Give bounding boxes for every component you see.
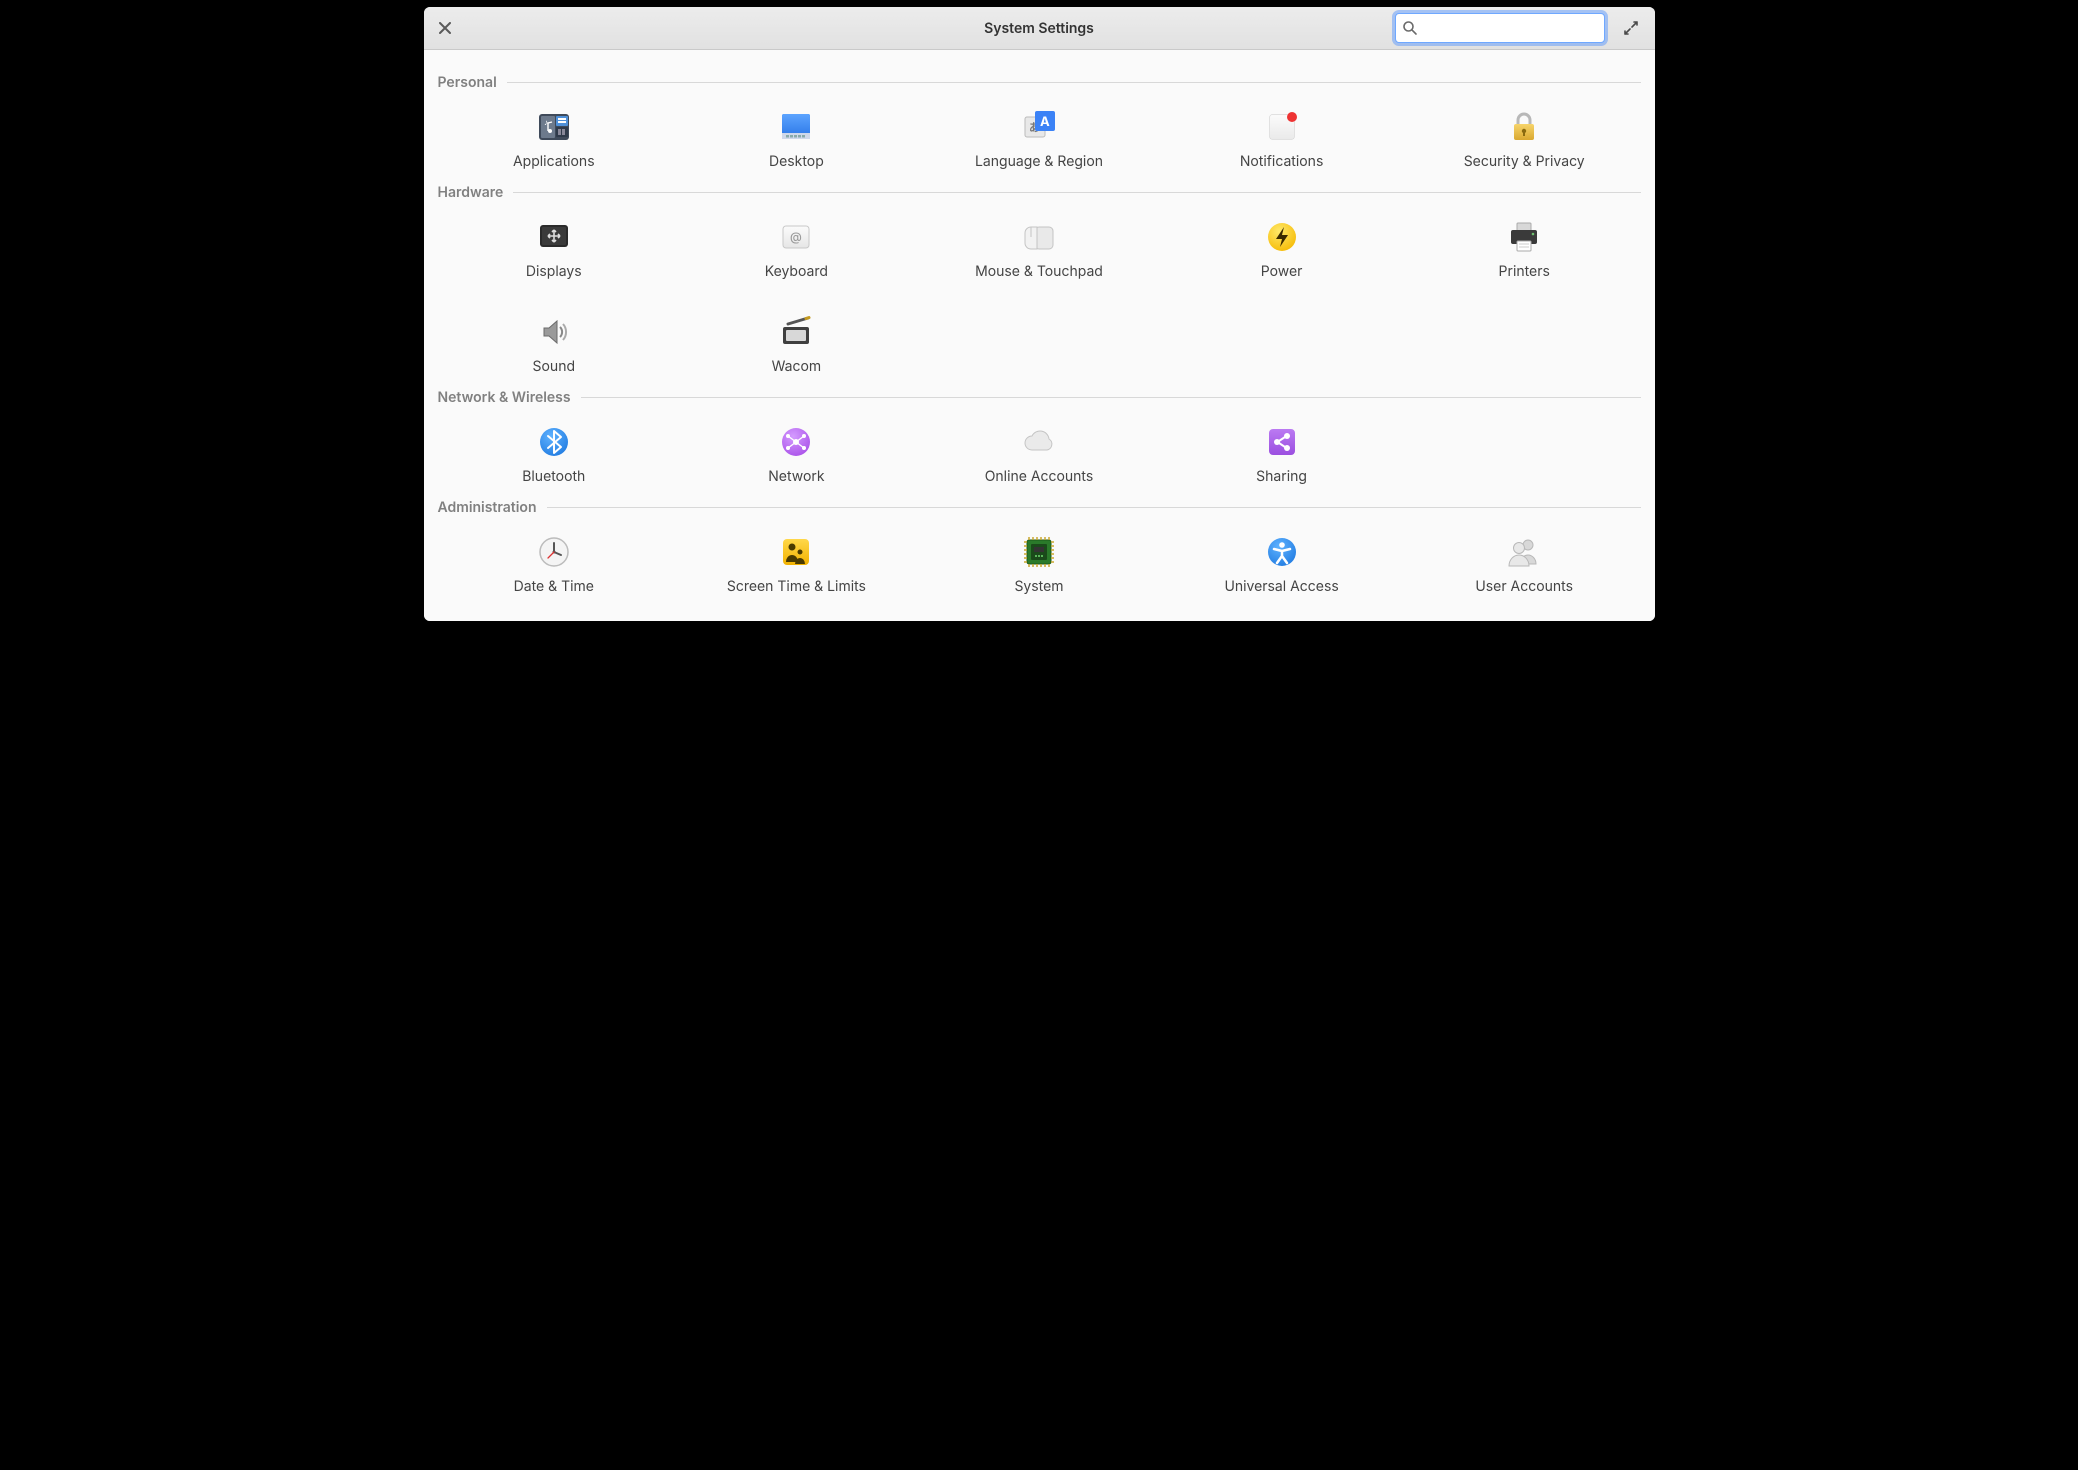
item-date-time[interactable]: Date & Time — [438, 534, 671, 595]
svg-text:A: A — [1040, 114, 1050, 130]
item-label: Universal Access — [1224, 578, 1338, 595]
section-title: Network & Wireless — [438, 389, 571, 406]
screen-time-icon — [778, 534, 814, 570]
divider — [513, 192, 1640, 193]
item-mouse-touchpad[interactable]: Mouse & Touchpad — [923, 219, 1156, 280]
section-title: Personal — [438, 74, 497, 91]
item-label: Security & Privacy — [1464, 153, 1585, 170]
wacom-icon — [778, 314, 814, 350]
sharing-icon — [1264, 424, 1300, 460]
item-label: Sharing — [1256, 468, 1307, 485]
item-desktop[interactable]: Desktop — [680, 109, 913, 170]
item-label: Applications — [513, 153, 595, 170]
search-icon — [1402, 20, 1418, 36]
expand-icon — [1624, 21, 1638, 35]
titlebar: System Settings — [424, 7, 1655, 50]
item-label: Power — [1261, 263, 1303, 280]
section-personal: Personal ♪ — [438, 74, 1641, 170]
section-network-wireless: Network & Wireless Bluetooth — [438, 389, 1641, 485]
item-sharing[interactable]: Sharing — [1165, 424, 1398, 485]
lock-icon — [1506, 109, 1542, 145]
item-label: Printers — [1499, 263, 1550, 280]
maximize-button[interactable] — [1613, 7, 1649, 49]
desktop-icon — [778, 109, 814, 145]
item-system[interactable]: System — [923, 534, 1156, 595]
clock-icon — [536, 534, 572, 570]
item-displays[interactable]: Displays — [438, 219, 671, 280]
displays-icon — [536, 219, 572, 255]
network-icon — [778, 424, 814, 460]
section-hardware: Hardware Displays — [438, 184, 1641, 375]
item-label: System — [1014, 578, 1063, 595]
item-label: Bluetooth — [522, 468, 585, 485]
item-power[interactable]: Power — [1165, 219, 1398, 280]
item-label: Sound — [533, 358, 576, 375]
divider — [507, 82, 1641, 83]
user-accounts-icon — [1506, 534, 1542, 570]
bluetooth-icon — [536, 424, 572, 460]
section-title: Hardware — [438, 184, 504, 201]
item-printers[interactable]: Printers — [1408, 219, 1641, 280]
content-area: Personal ♪ — [424, 50, 1655, 621]
universal-access-icon — [1264, 534, 1300, 570]
language-region-icon: あ A — [1021, 109, 1057, 145]
item-online-accounts[interactable]: Online Accounts — [923, 424, 1156, 485]
system-settings-window: System Settings Personal — [424, 7, 1655, 621]
item-label: Network — [768, 468, 824, 485]
item-user-accounts[interactable]: User Accounts — [1408, 534, 1641, 595]
cloud-icon — [1021, 424, 1057, 460]
section-title: Administration — [438, 499, 537, 516]
item-label: Displays — [526, 263, 582, 280]
printers-icon — [1506, 219, 1542, 255]
search-field[interactable] — [1395, 13, 1605, 43]
close-button[interactable] — [424, 7, 466, 49]
item-label: Screen Time & Limits — [727, 578, 866, 595]
power-icon — [1264, 219, 1300, 255]
item-notifications[interactable]: Notifications — [1165, 109, 1398, 170]
divider — [581, 397, 1641, 398]
item-keyboard[interactable]: @ Keyboard — [680, 219, 913, 280]
svg-text:@: @ — [790, 229, 802, 244]
item-universal-access[interactable]: Universal Access — [1165, 534, 1398, 595]
system-icon — [1021, 534, 1057, 570]
item-label: Date & Time — [514, 578, 594, 595]
notifications-icon — [1264, 109, 1300, 145]
search-input[interactable] — [1422, 20, 1598, 37]
item-label: Wacom — [772, 358, 822, 375]
item-applications[interactable]: ♪ Applications — [438, 109, 671, 170]
applications-icon: ♪ — [536, 109, 572, 145]
item-wacom[interactable]: Wacom — [680, 314, 913, 375]
item-label: Keyboard — [765, 263, 828, 280]
item-label: User Accounts — [1475, 578, 1573, 595]
item-sound[interactable]: Sound — [438, 314, 671, 375]
item-screen-time[interactable]: Screen Time & Limits — [680, 534, 913, 595]
item-label: Language & Region — [975, 153, 1103, 170]
item-label: Notifications — [1240, 153, 1324, 170]
item-network[interactable]: Network — [680, 424, 913, 485]
item-bluetooth[interactable]: Bluetooth — [438, 424, 671, 485]
mouse-touchpad-icon — [1021, 219, 1057, 255]
section-administration: Administration Date & Time — [438, 499, 1641, 595]
item-security-privacy[interactable]: Security & Privacy — [1408, 109, 1641, 170]
divider — [547, 507, 1641, 508]
item-language-region[interactable]: あ A Language & Region — [923, 109, 1156, 170]
close-icon — [439, 22, 451, 34]
item-label: Online Accounts — [985, 468, 1094, 485]
sound-icon — [536, 314, 572, 350]
keyboard-icon: @ — [778, 219, 814, 255]
item-label: Mouse & Touchpad — [975, 263, 1103, 280]
item-label: Desktop — [769, 153, 824, 170]
